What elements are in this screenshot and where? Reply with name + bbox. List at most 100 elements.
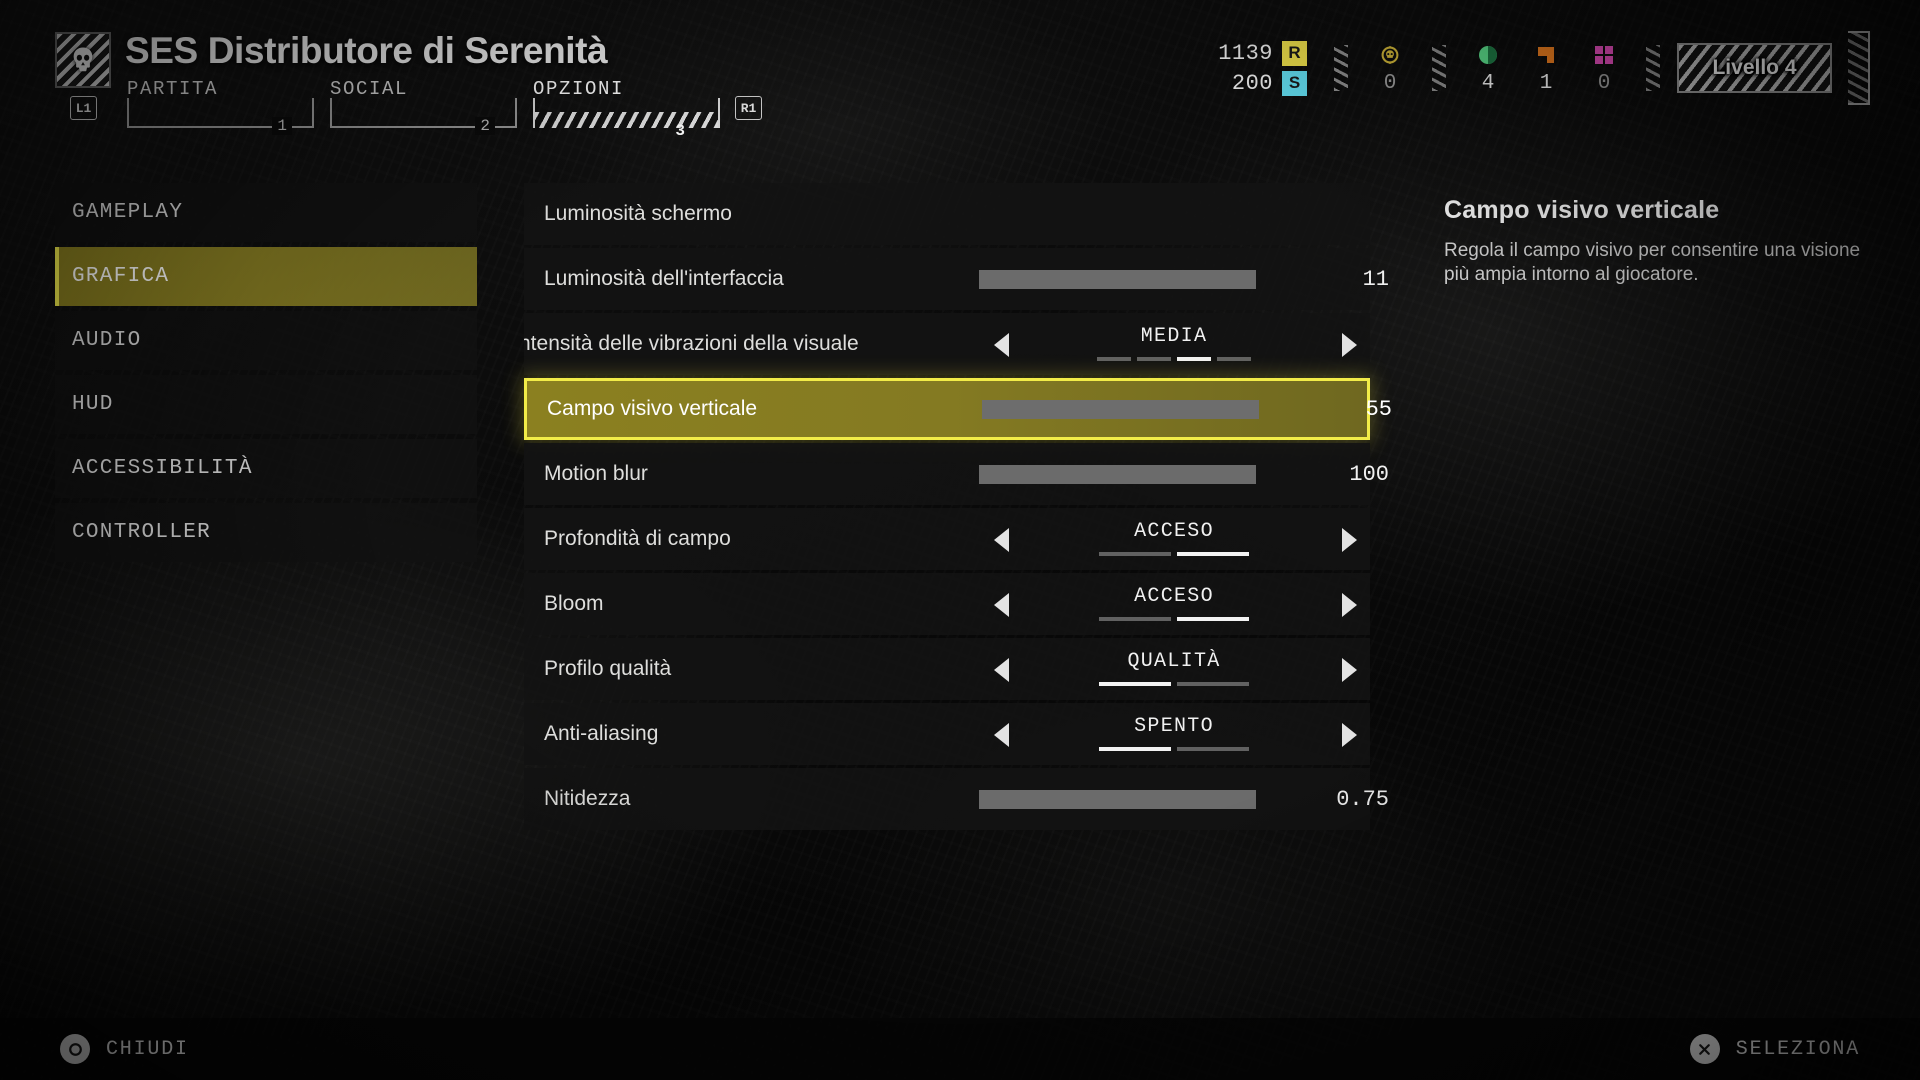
enum-value: QUALITÀ — [1127, 650, 1221, 673]
setting-enum[interactable]: MEDIA — [979, 313, 1369, 375]
currency-column: 1139 R 200 S — [1218, 40, 1307, 96]
enum-segments — [1099, 617, 1249, 621]
slider-value: 11 — [1362, 266, 1389, 292]
enum-value: ACCESO — [1134, 520, 1214, 543]
setting-slider[interactable]: 11 — [979, 267, 1389, 292]
enum-segment — [1099, 617, 1171, 621]
sidebar-item-accessibilita-label: ACCESSIBILITÀ — [72, 457, 253, 480]
setting-slider[interactable]: 100 — [979, 462, 1389, 487]
select-button-label: SELEZIONA — [1735, 1037, 1860, 1061]
setting-row-label: Bloom — [544, 592, 604, 615]
setting-row[interactable]: ntensità delle vibrazioni della visuale M… — [524, 313, 1370, 375]
description-title: Campo visivo verticale — [1444, 196, 1720, 224]
skull-icon — [55, 32, 111, 88]
level-badge: Livello 4 — [1677, 43, 1832, 93]
common-samples-stat: 4 — [1459, 41, 1517, 95]
setting-enum[interactable]: ACCESO — [979, 573, 1369, 635]
slider-value: 100 — [1349, 461, 1389, 487]
setting-row[interactable]: Profondità di campo ACCESO — [524, 508, 1370, 570]
settings-category-sidebar: GAMEPLAY GRAFICA AUDIO HUD ACCESSIBILITÀ… — [55, 183, 477, 567]
tab-opzioni-number: 3 — [675, 122, 685, 140]
setting-row[interactable]: Bloom ACCESO — [524, 573, 1370, 635]
sidebar-item-accessibilita[interactable]: ACCESSIBILITÀ — [55, 439, 477, 498]
sidebar-item-audio-label: AUDIO — [72, 329, 142, 352]
enum-segment — [1177, 747, 1249, 751]
slider-track[interactable] — [982, 399, 1259, 419]
common-samples-value: 4 — [1481, 72, 1495, 95]
close-button[interactable]: CHIUDI — [60, 1034, 189, 1064]
setting-row[interactable]: Luminosità schermo — [524, 183, 1370, 245]
settings-list: Luminosità schermo Luminosità dell'interf… — [524, 183, 1392, 833]
tab-partita[interactable]: PARTITA 1 — [127, 78, 314, 135]
slider-track[interactable] — [979, 269, 1256, 289]
bumper-l1-badge[interactable]: L1 — [70, 96, 97, 120]
enum-segment — [1177, 682, 1249, 686]
setting-row-label: Luminosità dell'interfaccia — [544, 267, 784, 290]
setting-row[interactable]: Anti-aliasing SPENTO — [524, 703, 1370, 765]
close-button-label: CHIUDI — [106, 1037, 189, 1061]
tab-opzioni-rule — [533, 98, 720, 128]
tab-social[interactable]: SOCIAL 2 — [330, 78, 517, 135]
enum-segment — [1217, 357, 1251, 361]
tab-opzioni-label: OPZIONI — [533, 78, 625, 100]
rare-samples-stat: 1 — [1517, 41, 1575, 95]
bumper-r1-badge[interactable]: R1 — [735, 96, 762, 120]
enum-value: SPENTO — [1134, 715, 1214, 738]
slider-track[interactable] — [979, 464, 1256, 484]
pink-grid-icon — [1592, 41, 1616, 68]
enum-segments — [1099, 552, 1249, 556]
setting-enum[interactable]: SPENTO — [979, 703, 1369, 765]
setting-row[interactable]: Motion blur 100 — [524, 443, 1389, 505]
enum-segment — [1099, 552, 1171, 556]
setting-row-label: Profondità di campo — [544, 527, 731, 550]
setting-row[interactable]: Nitidezza 0.75 — [524, 768, 1389, 830]
super-samples-stat: 0 — [1575, 41, 1633, 95]
requisition-row: 1139 R — [1218, 40, 1307, 66]
rare-samples-value: 1 — [1539, 72, 1553, 95]
orange-square-icon — [1534, 41, 1558, 68]
enum-segments — [1097, 357, 1251, 361]
setting-slider[interactable]: 0.75 — [979, 787, 1389, 812]
super-samples-value: 0 — [1597, 72, 1611, 95]
separator-hatch-3 — [1646, 45, 1660, 91]
sidebar-item-gameplay-label: GAMEPLAY — [72, 201, 184, 224]
separator-hatch-2 — [1432, 45, 1446, 91]
setting-enum[interactable]: ACCESO — [979, 508, 1369, 570]
header-right-bracket — [1848, 31, 1870, 105]
enum-segment — [1177, 357, 1211, 361]
sidebar-item-hud[interactable]: HUD — [55, 375, 477, 434]
slider-track[interactable] — [979, 789, 1256, 809]
medals-stat: 0 — [1361, 41, 1419, 95]
setting-slider[interactable]: 55 — [982, 397, 1392, 422]
enum-value: ACCESO — [1134, 585, 1214, 608]
medals-value: 0 — [1383, 72, 1397, 95]
enum-segment — [1177, 552, 1249, 556]
requisition-value: 1139 — [1218, 40, 1273, 66]
slider-value: 0.75 — [1336, 786, 1389, 812]
sidebar-item-grafica[interactable]: GRAFICA — [55, 247, 477, 306]
setting-enum[interactable]: QUALITÀ — [979, 638, 1369, 700]
setting-row[interactable]: Luminosità dell'interfaccia 11 — [524, 248, 1389, 310]
select-button[interactable]: SELEZIONA — [1689, 1034, 1860, 1064]
setting-row[interactable]: Profilo qualità QUALITÀ — [524, 638, 1370, 700]
enum-segments — [1099, 747, 1249, 751]
sidebar-item-gameplay[interactable]: GAMEPLAY — [55, 183, 477, 242]
description-body: Regola il campo visivo per consentire un… — [1444, 240, 1861, 286]
setting-row-label: Motion blur — [544, 462, 648, 485]
setting-row-label: ntensità delle vibrazioni della visuale — [524, 332, 859, 355]
enum-segment — [1137, 357, 1171, 361]
sidebar-item-controller[interactable]: CONTROLLER — [55, 503, 477, 562]
sidebar-item-audio[interactable]: AUDIO — [55, 311, 477, 370]
sidebar-item-hud-label: HUD — [72, 393, 114, 416]
setting-row[interactable]: Campo visivo verticale 55 — [524, 378, 1392, 440]
setting-row-label: Profilo qualità — [544, 657, 672, 680]
sidebar-item-grafica-label: GRAFICA — [72, 265, 170, 288]
half-circle-icon — [1476, 41, 1500, 68]
setting-row-label: Campo visivo verticale — [547, 397, 758, 420]
footer-bar: CHIUDI SELEZIONA — [0, 1018, 1920, 1080]
description-panel: Campo visivo verticale Regola il campo v… — [1444, 196, 1864, 288]
tab-opzioni[interactable]: OPZIONI 3 — [533, 78, 720, 140]
currency-stats-bar: 1139 R 200 S 0 4 1 0 Livello 4 — [1218, 28, 1870, 108]
enum-segment — [1099, 747, 1171, 751]
tab-partita-number: 1 — [272, 117, 292, 135]
